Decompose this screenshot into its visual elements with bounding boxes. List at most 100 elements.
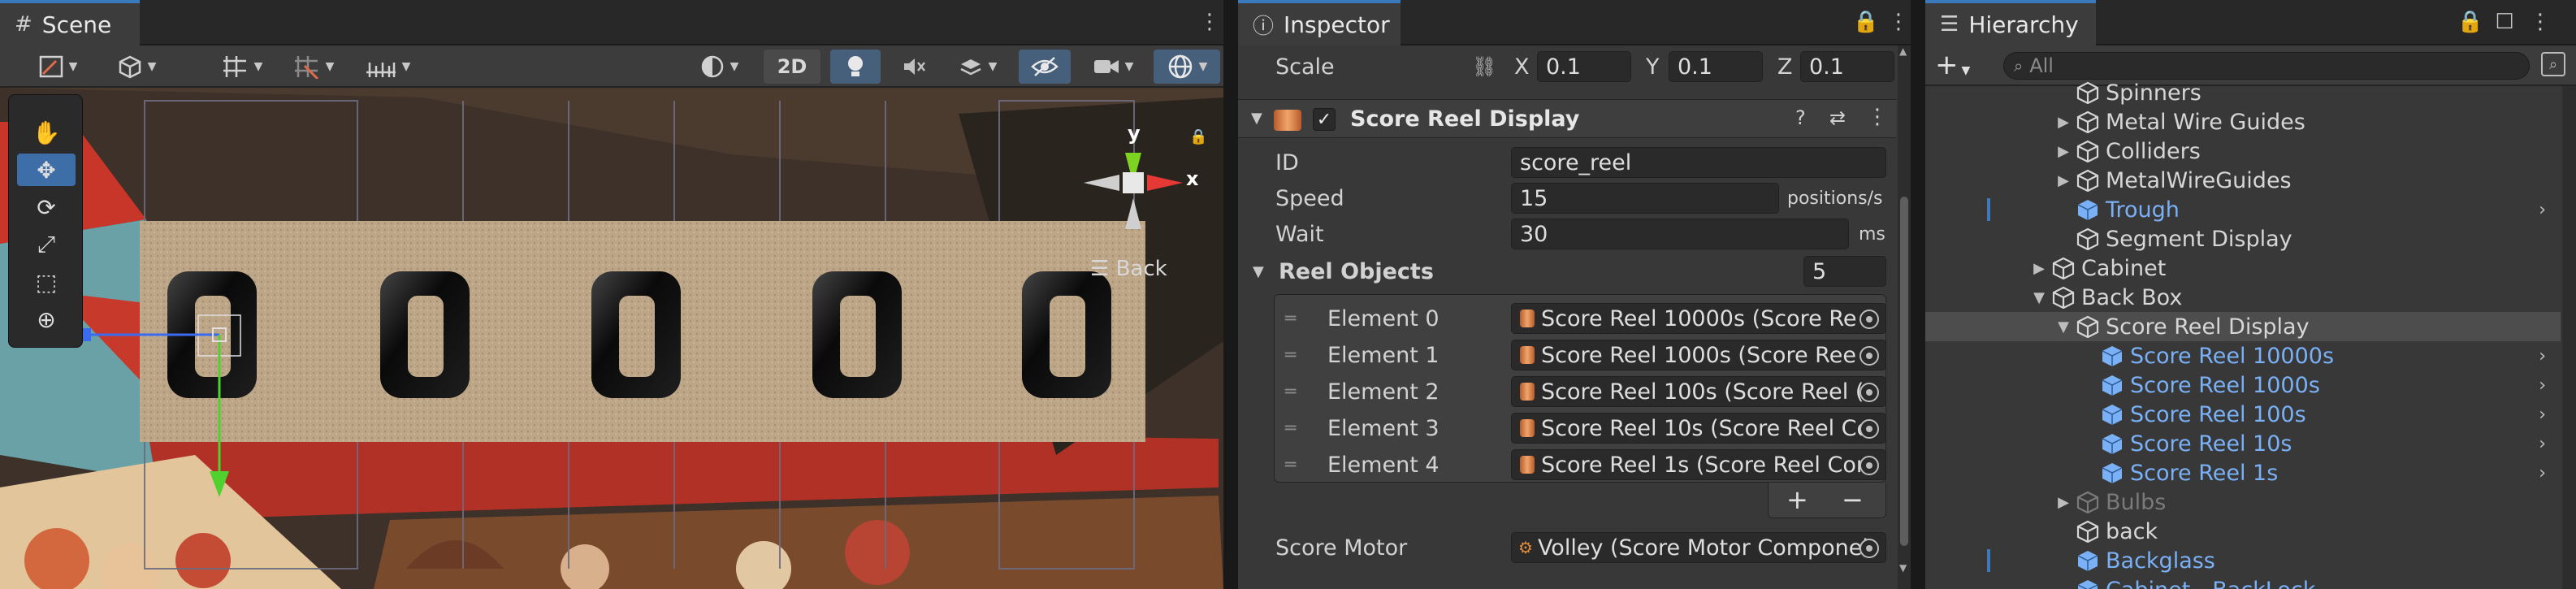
toggle-2d-button[interactable]: 2D [764, 50, 820, 84]
more-menu-icon[interactable]: ⋮ [1885, 8, 1911, 36]
wait-field[interactable]: 30 [1511, 219, 1849, 249]
grid-snapping-button[interactable]: ▼ [210, 50, 275, 84]
drag-handle-icon[interactable]: ═ [1285, 345, 1296, 366]
hierarchy-item[interactable]: Trough › [1925, 195, 2561, 224]
expand-arrow-icon[interactable]: ▶ [2055, 494, 2072, 511]
speed-field[interactable]: 15 [1511, 183, 1779, 214]
camera-dropdown[interactable]: ▼ [1080, 50, 1145, 84]
render-mode-dropdown[interactable]: ▼ [104, 50, 169, 84]
hierarchy-item[interactable]: Score Reel 10s › [1925, 429, 2561, 458]
foldout-arrow-icon[interactable]: ▼ [1253, 263, 1264, 280]
scale-z-field[interactable]: 0.1 [1800, 51, 1894, 82]
scene-viewport[interactable]: y x 🔒 ☰ Back [0, 88, 1223, 589]
rotate-tool[interactable]: ⟳ [17, 191, 76, 223]
hierarchy-item[interactable]: Score Reel 1s › [1925, 458, 2561, 487]
hierarchy-item[interactable]: Spinners [1925, 78, 2561, 107]
link-off-icon[interactable]: ⛓ [1472, 55, 1496, 78]
element-object-field[interactable]: Score Reel 1s (Score Reel Cor [1511, 449, 1886, 480]
object-picker-icon[interactable] [1859, 346, 1879, 366]
ruler-dropdown[interactable]: ▼ [353, 50, 422, 84]
reel-objects-count[interactable]: 5 [1803, 256, 1886, 287]
hierarchy-item[interactable]: ▶ Metal Wire Guides [1925, 107, 2561, 136]
hierarchy-item[interactable]: ▶ Bulbs [1925, 487, 2561, 517]
maximize-icon[interactable]: ☐ [2491, 8, 2518, 36]
scene-visibility-toggle[interactable] [1019, 50, 1071, 84]
lock-icon[interactable]: 🔒 [2457, 8, 2484, 36]
id-field[interactable]: score_reel [1511, 147, 1886, 178]
drag-handle-icon[interactable]: ═ [1285, 309, 1296, 329]
chevron-right-icon[interactable]: › [2539, 375, 2546, 396]
hierarchy-scrollbar[interactable] [2562, 86, 2576, 589]
drag-handle-icon[interactable]: ═ [1285, 418, 1296, 439]
preset-icon[interactable]: ⇄ [1829, 106, 1846, 129]
expand-arrow-icon[interactable]: ▼ [2055, 318, 2072, 336]
audio-toggle[interactable] [889, 50, 939, 84]
expand-arrow-icon[interactable]: ▶ [2031, 260, 2047, 277]
move-tool[interactable]: ✥ [17, 154, 76, 186]
drag-handle-icon[interactable]: ═ [1285, 382, 1296, 402]
score-motor-field[interactable]: ⚙ Volley (Score Motor Componei [1511, 532, 1886, 563]
reel-objects-header[interactable]: ▼ Reel Objects 5 [1238, 253, 1896, 289]
panel-splitter[interactable] [1223, 0, 1238, 589]
hierarchy-item[interactable]: Score Reel 100s › [1925, 400, 2561, 429]
object-picker-icon[interactable] [1859, 539, 1879, 558]
gizmos-dropdown[interactable]: ▼ [1154, 50, 1220, 84]
hierarchy-item[interactable]: ▼ Back Box [1925, 283, 2561, 312]
element-object-field[interactable]: Score Reel 10s (Score Reel Co [1511, 413, 1886, 444]
effects-dropdown[interactable]: ▼ [947, 50, 1007, 84]
lock-icon[interactable]: 🔒 [1852, 8, 1880, 36]
search-input[interactable]: ⌕ All [2003, 52, 2530, 80]
object-picker-icon[interactable] [1859, 310, 1879, 329]
chevron-right-icon[interactable]: › [2539, 434, 2546, 454]
remove-element-button[interactable]: − [1842, 484, 1864, 515]
component-menu-icon[interactable]: ⋮ [1867, 105, 1888, 129]
lighting-toggle[interactable] [830, 50, 881, 84]
object-picker-icon[interactable] [1859, 456, 1879, 475]
more-menu-icon[interactable]: ⋮ [1196, 8, 1223, 36]
hierarchy-item[interactable]: ▶ MetalWireGuides [1925, 166, 2561, 195]
expand-arrow-icon[interactable]: ▶ [2055, 114, 2072, 131]
draw-mode-dropdown[interactable]: ▼ [29, 50, 86, 84]
hierarchy-item[interactable]: Backglass [1925, 546, 2561, 575]
hierarchy-item[interactable]: Score Reel 10000s › [1925, 341, 2561, 370]
tab-inspector[interactable]: ⓘ Inspector [1238, 0, 1401, 45]
element-object-field[interactable]: Score Reel 100s (Score Reel ( [1511, 376, 1886, 407]
hierarchy-item[interactable]: ▼ Score Reel Display [1925, 312, 2561, 341]
expand-arrow-icon[interactable]: ▶ [2055, 143, 2072, 160]
drag-handle-icon[interactable]: ═ [1285, 455, 1296, 475]
collapse-arrow-icon[interactable]: ▼ [1251, 110, 1262, 127]
lock-icon[interactable]: 🔒 [1189, 128, 1207, 145]
scale-y-field[interactable]: 0.1 [1669, 51, 1763, 82]
hierarchy-item[interactable]: Score Reel 1000s › [1925, 370, 2561, 400]
transform-tool[interactable]: ⊕ [17, 303, 76, 336]
chevron-right-icon[interactable]: › [2539, 200, 2546, 220]
rect-tool[interactable]: ⬚ [17, 266, 76, 298]
hierarchy-item[interactable]: Cabinet - BackLock [1925, 575, 2561, 589]
panel-splitter[interactable] [1911, 0, 1925, 589]
help-icon[interactable]: ? [1795, 106, 1806, 129]
element-object-field[interactable]: Score Reel 1000s (Score Ree [1511, 340, 1886, 370]
hierarchy-item[interactable]: back [1925, 517, 2561, 546]
chevron-right-icon[interactable]: › [2539, 463, 2546, 483]
chevron-right-icon[interactable]: › [2539, 405, 2546, 425]
expand-arrow-icon[interactable]: ▶ [2055, 172, 2072, 189]
scene-render-dropdown[interactable]: ▼ [686, 50, 752, 84]
element-object-field[interactable]: Score Reel 10000s (Score Re [1511, 303, 1886, 334]
component-header[interactable]: ▼ ✓ Score Reel Display ? ⇄ ⋮ [1238, 99, 1896, 138]
tab-scene[interactable]: # Scene [0, 0, 140, 45]
create-button[interactable]: + ▼ [1935, 49, 1970, 81]
scale-tool[interactable]: ⤢ [17, 228, 76, 261]
chevron-right-icon[interactable]: › [2539, 346, 2546, 366]
more-menu-icon[interactable]: ⋮ [2526, 8, 2554, 36]
view-label[interactable]: ☰ Back [1090, 257, 1167, 281]
increment-snap-button[interactable]: ▼ [281, 50, 346, 84]
add-element-button[interactable]: + [1786, 484, 1808, 515]
scale-x-field[interactable]: 0.1 [1537, 51, 1631, 82]
enabled-checkbox[interactable]: ✓ [1313, 108, 1336, 131]
hand-tool[interactable]: ✋ [17, 116, 76, 149]
expand-arrow-icon[interactable]: ▼ [2031, 289, 2047, 306]
hierarchy-item[interactable]: Segment Display [1925, 224, 2561, 253]
object-picker-icon[interactable] [1859, 419, 1879, 439]
orientation-gizmo[interactable]: y x 🔒 [1072, 104, 1210, 234]
hierarchy-item[interactable]: ▶ Colliders [1925, 136, 2561, 166]
